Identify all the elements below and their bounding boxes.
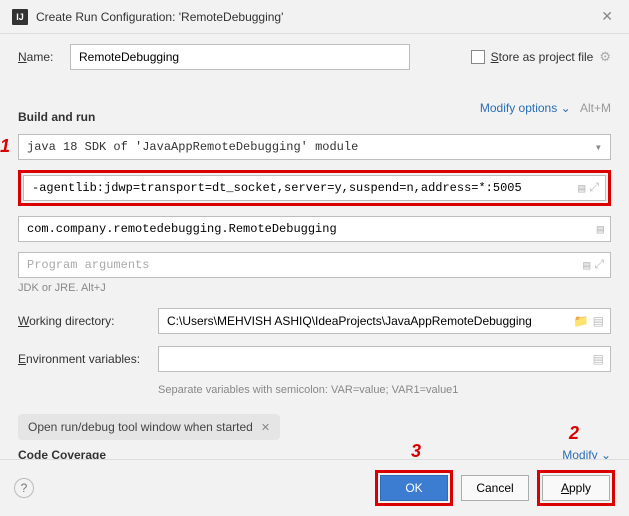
open-tool-window-chip[interactable]: Open run/debug tool window when started …	[18, 414, 280, 440]
vm-options-input[interactable]	[24, 176, 572, 200]
close-icon[interactable]: ✕	[597, 8, 617, 25]
apply-highlight: Apply	[537, 470, 615, 506]
vm-options-highlight: ▤⤢	[18, 170, 611, 206]
cancel-button[interactable]: Cancel	[461, 475, 529, 501]
sdk-value: java 18	[27, 140, 77, 154]
ok-button[interactable]: OK	[380, 475, 448, 501]
dialog-title: Create Run Configuration: 'RemoteDebuggi…	[36, 10, 597, 24]
env-input[interactable]	[159, 347, 587, 371]
chip-label: Open run/debug tool window when started	[28, 420, 253, 434]
name-label: Name:	[18, 50, 70, 64]
expand-icon[interactable]: ▤	[597, 222, 604, 237]
working-dir-label: Working directory:	[18, 314, 158, 328]
working-dir-input[interactable]	[159, 309, 568, 333]
store-checkbox[interactable]	[471, 50, 485, 64]
expand-icon[interactable]: ▤	[593, 314, 604, 328]
apply-button[interactable]: Apply	[542, 475, 610, 501]
env-hint: Separate variables with semicolon: VAR=v…	[158, 384, 611, 396]
build-run-title: Build and run	[18, 110, 95, 124]
env-label: Environment variables:	[18, 352, 158, 366]
annotation-2: 2	[569, 423, 579, 444]
expand-icon[interactable]: ▤	[593, 352, 604, 366]
store-label: Store as project file	[491, 50, 594, 64]
main-class-input[interactable]	[19, 217, 591, 241]
help-button[interactable]: ?	[14, 478, 34, 498]
jdk-hint: JDK or JRE. Alt+J	[18, 282, 611, 294]
modify-options-link[interactable]: Modify options ⌄	[480, 101, 571, 115]
expand-icon[interactable]: ▤	[583, 258, 590, 273]
name-input[interactable]	[70, 44, 410, 70]
modify-options-hint: Alt+M	[580, 101, 611, 115]
app-icon: IJ	[12, 9, 28, 25]
ok-highlight: OK	[375, 470, 453, 506]
chevron-down-icon[interactable]: ▾	[595, 140, 602, 155]
sdk-hint: SDK of 'JavaAppRemoteDebugging' module	[77, 140, 358, 154]
fullscreen-icon[interactable]: ⤢	[589, 181, 599, 195]
program-args-input[interactable]	[19, 253, 577, 277]
folder-icon[interactable]: 📁	[574, 314, 589, 328]
annotation-1: 1	[0, 136, 10, 157]
gear-icon[interactable]: ⚙	[599, 49, 611, 65]
fullscreen-icon[interactable]: ⤢	[594, 258, 604, 272]
close-icon[interactable]: ✕	[261, 421, 270, 434]
expand-icon[interactable]: ▤	[578, 181, 585, 196]
chevron-down-icon: ⌄	[561, 101, 571, 115]
sdk-dropdown[interactable]: java 18 SDK of 'JavaAppRemoteDebugging' …	[18, 134, 611, 160]
